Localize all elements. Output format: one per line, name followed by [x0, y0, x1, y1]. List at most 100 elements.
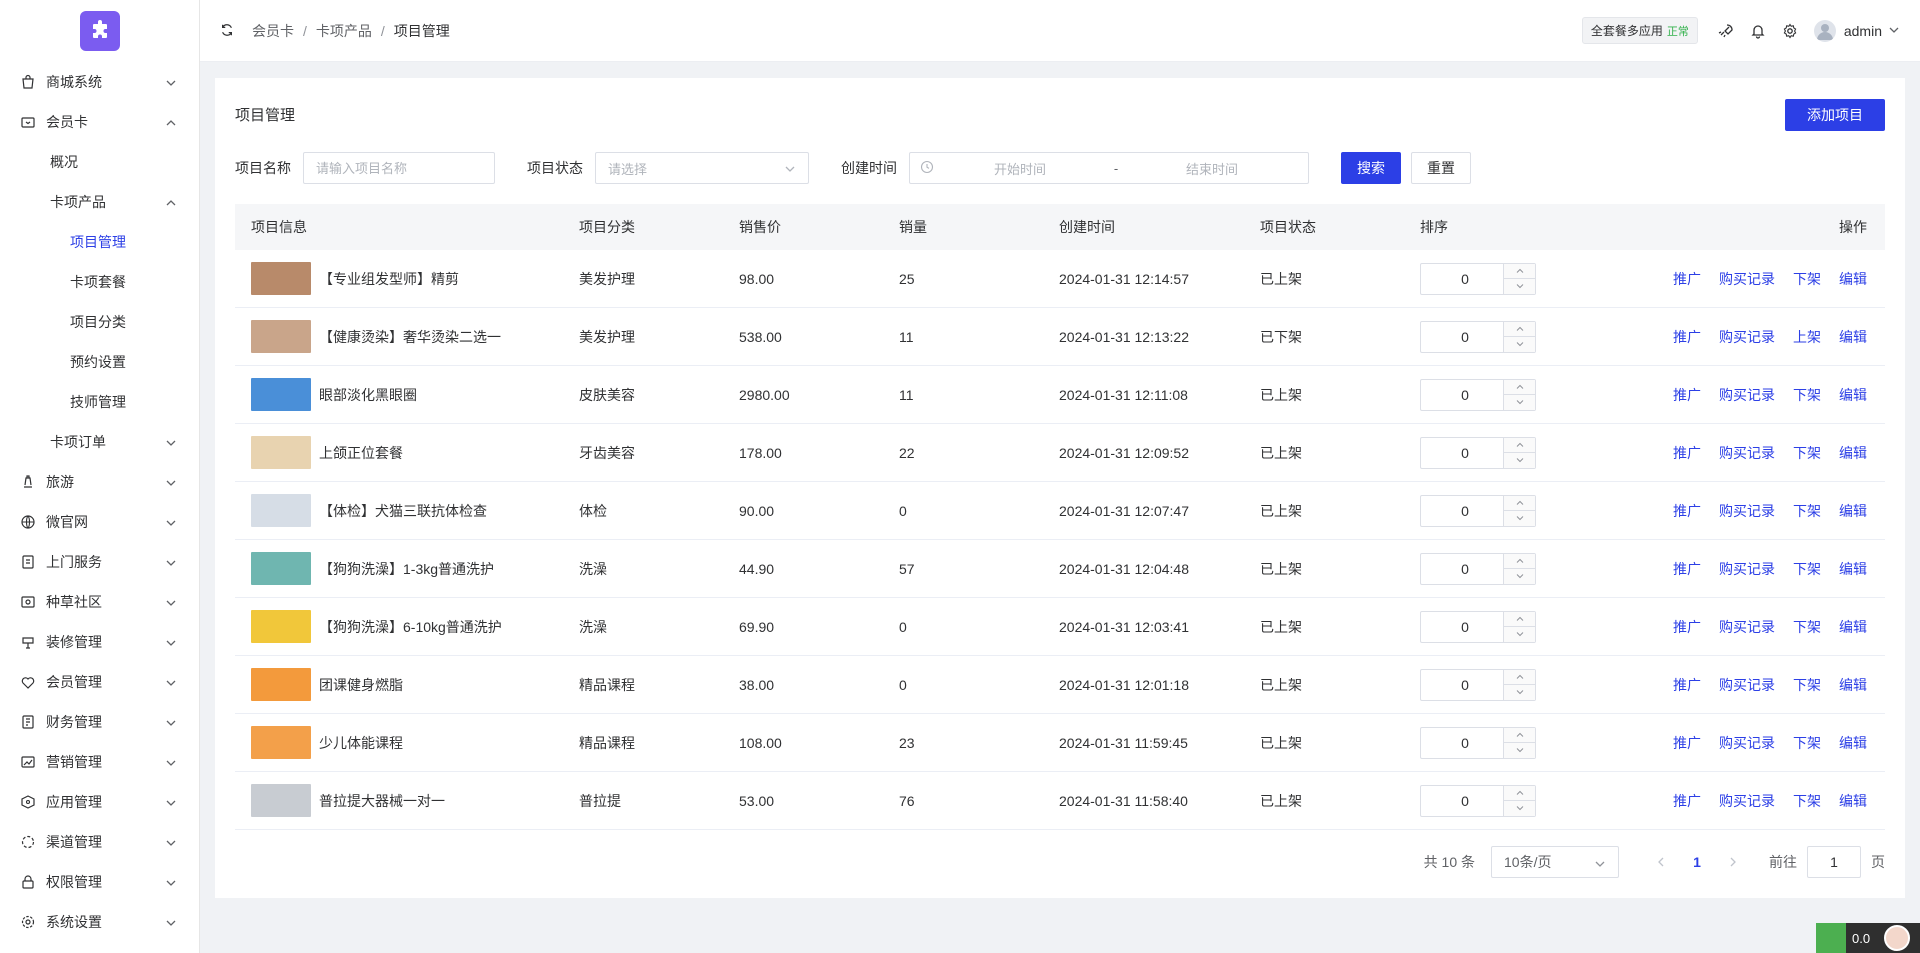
toggle-listing-link[interactable]: 下架: [1793, 387, 1821, 403]
purchase-records-link[interactable]: 购买记录: [1719, 561, 1775, 577]
purchase-records-link[interactable]: 购买记录: [1719, 619, 1775, 635]
purchase-records-link[interactable]: 购买记录: [1719, 793, 1775, 809]
sidebar-item[interactable]: 卡项套餐: [0, 262, 199, 302]
sidebar-item[interactable]: 商城系统: [0, 62, 199, 102]
date-range-picker[interactable]: 开始时间 - 结束时间: [909, 152, 1309, 184]
stepper-down-icon[interactable]: [1504, 395, 1535, 410]
toggle-listing-link[interactable]: 下架: [1793, 793, 1821, 809]
stepper-up-icon[interactable]: [1504, 727, 1535, 743]
sidebar-item[interactable]: 装修管理: [0, 622, 199, 662]
promote-link[interactable]: 推广: [1673, 329, 1701, 345]
sidebar-item[interactable]: 权限管理: [0, 862, 199, 902]
status-select[interactable]: 请选择: [595, 152, 809, 184]
sort-stepper[interactable]: 0: [1420, 320, 1536, 353]
promote-link[interactable]: 推广: [1673, 793, 1701, 809]
purchase-records-link[interactable]: 购买记录: [1719, 735, 1775, 751]
promote-link[interactable]: 推广: [1673, 503, 1701, 519]
edit-link[interactable]: 编辑: [1839, 793, 1867, 809]
refresh-icon[interactable]: [220, 23, 236, 39]
stepper-up-icon[interactable]: [1504, 321, 1535, 337]
stepper-up-icon[interactable]: [1504, 611, 1535, 627]
purchase-records-link[interactable]: 购买记录: [1719, 329, 1775, 345]
promote-link[interactable]: 推广: [1673, 619, 1701, 635]
edit-link[interactable]: 编辑: [1839, 503, 1867, 519]
bell-icon[interactable]: [1750, 23, 1766, 39]
sidebar-item[interactable]: 技师管理: [0, 382, 199, 422]
rocket-icon[interactable]: [1718, 23, 1734, 39]
sort-stepper[interactable]: 0: [1420, 726, 1536, 759]
add-item-button[interactable]: 添加项目: [1785, 99, 1885, 131]
promote-link[interactable]: 推广: [1673, 445, 1701, 461]
sidebar-item[interactable]: 卡项订单: [0, 422, 199, 462]
sort-stepper[interactable]: 0: [1420, 262, 1536, 295]
stepper-down-icon[interactable]: [1504, 337, 1535, 352]
sidebar-item[interactable]: 微官网: [0, 502, 199, 542]
stepper-down-icon[interactable]: [1504, 743, 1535, 758]
edit-link[interactable]: 编辑: [1839, 387, 1867, 403]
sidebar-item[interactable]: 种草社区: [0, 582, 199, 622]
promote-link[interactable]: 推广: [1673, 677, 1701, 693]
prev-page-button[interactable]: [1647, 848, 1675, 876]
edit-link[interactable]: 编辑: [1839, 619, 1867, 635]
sidebar-item[interactable]: 系统设置: [0, 902, 199, 942]
stepper-up-icon[interactable]: [1504, 785, 1535, 801]
toggle-listing-link[interactable]: 下架: [1793, 271, 1821, 287]
sort-stepper[interactable]: 0: [1420, 552, 1536, 585]
app-logo[interactable]: [79, 11, 120, 51]
end-time-input[interactable]: 结束时间: [1126, 159, 1298, 178]
stepper-down-icon[interactable]: [1504, 511, 1535, 526]
edit-link[interactable]: 编辑: [1839, 677, 1867, 693]
stepper-down-icon[interactable]: [1504, 279, 1535, 294]
sidebar-item[interactable]: 渠道管理: [0, 822, 199, 862]
sidebar-item[interactable]: 项目分类: [0, 302, 199, 342]
stepper-up-icon[interactable]: [1504, 553, 1535, 569]
next-page-button[interactable]: [1719, 848, 1747, 876]
toggle-listing-link[interactable]: 上架: [1793, 329, 1821, 345]
stepper-down-icon[interactable]: [1504, 627, 1535, 642]
promote-link[interactable]: 推广: [1673, 387, 1701, 403]
username[interactable]: admin: [1844, 23, 1882, 39]
start-time-input[interactable]: 开始时间: [934, 159, 1106, 178]
page-size-select[interactable]: 10条/页: [1491, 846, 1619, 878]
purchase-records-link[interactable]: 购买记录: [1719, 387, 1775, 403]
edit-link[interactable]: 编辑: [1839, 561, 1867, 577]
stepper-down-icon[interactable]: [1504, 685, 1535, 700]
search-button[interactable]: 搜索: [1341, 152, 1401, 184]
sidebar-item[interactable]: 应用管理: [0, 782, 199, 822]
chevron-down-icon[interactable]: [1888, 23, 1900, 39]
sort-stepper[interactable]: 0: [1420, 668, 1536, 701]
avatar[interactable]: [1813, 19, 1836, 42]
stepper-down-icon[interactable]: [1504, 569, 1535, 584]
item-name-input[interactable]: [303, 152, 495, 184]
stepper-up-icon[interactable]: [1504, 437, 1535, 453]
sort-stepper[interactable]: 0: [1420, 494, 1536, 527]
breadcrumb-item-card-product[interactable]: 卡项产品: [316, 21, 372, 41]
sort-stepper[interactable]: 0: [1420, 378, 1536, 411]
stepper-down-icon[interactable]: [1504, 801, 1535, 816]
floating-widget[interactable]: 0.0: [1816, 923, 1920, 953]
gear-icon[interactable]: [1782, 23, 1798, 39]
sort-stepper[interactable]: 0: [1420, 784, 1536, 817]
sidebar-item[interactable]: 会员管理: [0, 662, 199, 702]
sidebar-item[interactable]: 会员卡: [0, 102, 199, 142]
edit-link[interactable]: 编辑: [1839, 271, 1867, 287]
purchase-records-link[interactable]: 购买记录: [1719, 677, 1775, 693]
sidebar-item[interactable]: 概况: [0, 142, 199, 182]
sidebar-item[interactable]: 旅游: [0, 462, 199, 502]
sidebar-item[interactable]: 上门服务: [0, 542, 199, 582]
purchase-records-link[interactable]: 购买记录: [1719, 445, 1775, 461]
toggle-listing-link[interactable]: 下架: [1793, 561, 1821, 577]
breadcrumb-item-membercard[interactable]: 会员卡: [252, 21, 294, 41]
sidebar-item[interactable]: 预约设置: [0, 342, 199, 382]
purchase-records-link[interactable]: 购买记录: [1719, 503, 1775, 519]
sidebar-item[interactable]: 项目管理: [0, 222, 199, 262]
sidebar-item[interactable]: 营销管理: [0, 742, 199, 782]
stepper-up-icon[interactable]: [1504, 669, 1535, 685]
sort-stepper[interactable]: 0: [1420, 436, 1536, 469]
stepper-up-icon[interactable]: [1504, 379, 1535, 395]
reset-button[interactable]: 重置: [1411, 152, 1471, 184]
stepper-up-icon[interactable]: [1504, 495, 1535, 511]
toggle-listing-link[interactable]: 下架: [1793, 677, 1821, 693]
sidebar-item[interactable]: 卡项产品: [0, 182, 199, 222]
edit-link[interactable]: 编辑: [1839, 445, 1867, 461]
